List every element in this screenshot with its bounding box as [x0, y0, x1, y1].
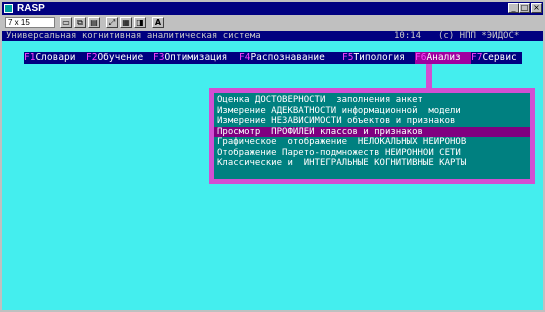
status-bar: Универсальная когнитивная аналитическая …: [2, 31, 543, 41]
menu-label: Распознавание: [250, 52, 325, 63]
submenu-item[interactable]: Измерение НЕЗАВИСИМОСТИ объектов и призн…: [217, 116, 527, 127]
menu-key: F5: [342, 52, 354, 63]
copy-icon[interactable]: ⧉: [74, 17, 86, 28]
menu-item-recognition[interactable]: F4Распознавание: [239, 52, 342, 64]
toolbar: 7 x 15 ▭ ⧉ ▤ ⤢ ▦ ◨ A: [2, 16, 543, 30]
menu-item-analysis[interactable]: F6Анализ: [415, 52, 471, 64]
analysis-submenu-frame: Оценка ДОСТОВЕРНОСТИ заполнения анкет Из…: [209, 88, 535, 184]
submenu-item[interactable]: Отображение Парето-подмножеств НЕЙРОННОЙ…: [217, 148, 527, 159]
background-icon[interactable]: ◨: [134, 17, 146, 28]
menu-item-training[interactable]: F2Обучение: [86, 52, 153, 64]
minimize-button[interactable]: _: [508, 3, 519, 13]
fullscreen-icon[interactable]: ⤢: [106, 17, 118, 28]
copyright: (c) НПП *ЭЙДОС*: [438, 31, 520, 41]
menu-key: F3: [153, 52, 165, 63]
menu-item-service[interactable]: F7Сервис: [471, 52, 522, 64]
submenu-item-selected[interactable]: Просмотр ПРОФИЛЕЙ классов и признаков: [214, 126, 530, 137]
menu-label: Оптимизация: [164, 52, 228, 63]
menu-label: Словари: [35, 52, 76, 63]
close-button[interactable]: ×: [531, 3, 542, 13]
window-title: RASP: [17, 3, 45, 14]
dos-screen: Универсальная когнитивная аналитическая …: [2, 31, 543, 310]
menu-key: F2: [86, 52, 98, 63]
menu-key: F6: [415, 52, 427, 63]
analysis-submenu: Оценка ДОСТОВЕРНОСТИ заполнения анкет Из…: [214, 93, 530, 179]
font-icon[interactable]: A: [152, 17, 164, 28]
menu-key: F4: [239, 52, 251, 63]
mark-icon[interactable]: ▭: [60, 17, 72, 28]
app-icon[interactable]: [4, 4, 13, 13]
menu-key: F7: [471, 52, 483, 63]
submenu-item[interactable]: Измерение АДЕКВАТНОСТИ информационной мо…: [217, 106, 527, 117]
main-menu-bar: F1Словари F2Обучение F3Оптимизация F4Рас…: [2, 52, 543, 64]
application-window: RASP _ □ × 7 x 15 ▭ ⧉ ▤ ⤢ ▦ ◨ A Универса…: [0, 0, 545, 312]
submenu-item[interactable]: Классические и ИНТЕГРАЛЬНЫЕ КОГНИТИВНЫЕ …: [217, 158, 527, 169]
properties-icon[interactable]: ▦: [120, 17, 132, 28]
submenu-item[interactable]: Оценка ДОСТОВЕРНОСТИ заполнения анкет: [217, 95, 527, 106]
maximize-button[interactable]: □: [519, 3, 530, 13]
menu-label: Обучение: [97, 52, 144, 63]
submenu-item[interactable]: Графическое отображение НЕЛОКАЛЬНЫХ НЕЙР…: [217, 137, 527, 148]
menu-key: F1: [24, 52, 36, 63]
paste-icon[interactable]: ▤: [88, 17, 100, 28]
clock: 10:14: [394, 31, 422, 41]
menu-label: Типология: [353, 52, 405, 63]
title-bar[interactable]: RASP _ □ ×: [2, 2, 543, 15]
menu-item-optimization[interactable]: F3Оптимизация: [153, 52, 239, 64]
menu-label: Сервис: [482, 52, 517, 63]
menu-item-typology[interactable]: F5Типология: [342, 52, 415, 64]
font-size-select[interactable]: 7 x 15: [5, 17, 55, 28]
system-name: Универсальная когнитивная аналитическая …: [6, 31, 261, 41]
menu-item-dictionaries[interactable]: F1Словари: [24, 52, 86, 64]
menu-label: Анализ: [426, 52, 461, 63]
